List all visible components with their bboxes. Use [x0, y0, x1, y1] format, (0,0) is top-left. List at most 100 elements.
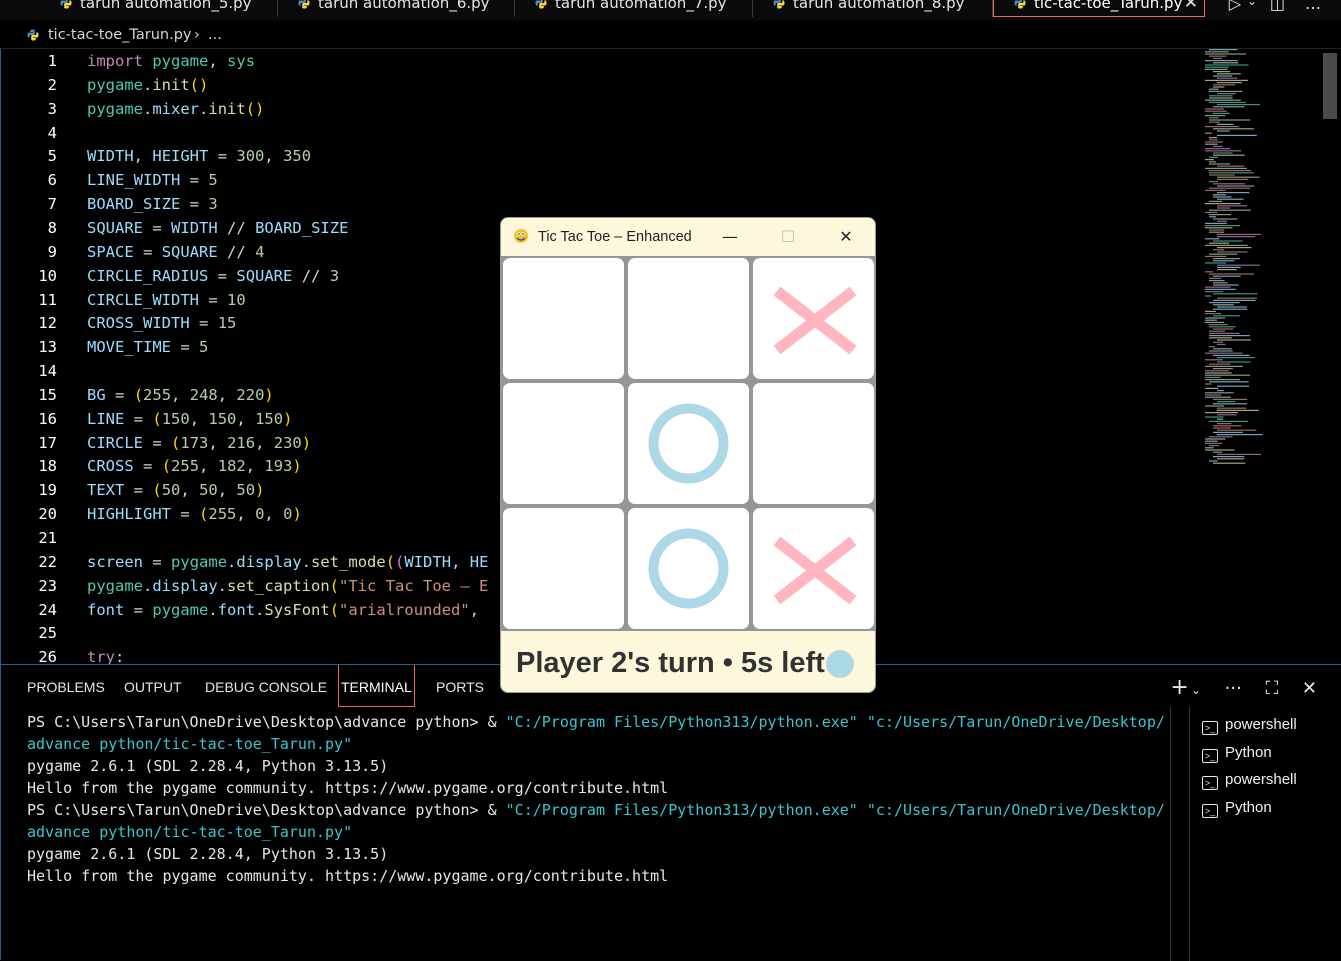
code-line[interactable]: MOVE_TIME = 5	[87, 335, 208, 359]
code-line[interactable]: CROSS = (255, 182, 193)	[87, 454, 302, 478]
chevron-down-icon[interactable]: ⌄	[1247, 0, 1257, 8]
panel-tab-debug-console[interactable]: DEBUG CONSOLE	[205, 665, 327, 707]
code-line[interactable]: HIGHLIGHT = (255, 0, 0)	[87, 502, 302, 526]
terminal-text: pygame 2.6.1 (SDL 2.28.4, Python 3.13.5)	[27, 845, 389, 863]
board-cell[interactable]	[753, 383, 874, 504]
editor-tab[interactable]: tarun automation_6.py	[278, 0, 515, 17]
terminal-line: PS C:\Users\Tarun\OneDrive\Desktop\advan…	[27, 711, 1167, 733]
code-line[interactable]: WIDTH, HEIGHT = 300, 350	[87, 144, 311, 168]
board-cell[interactable]	[628, 383, 749, 504]
terminal-session[interactable]: >_ Python	[1202, 796, 1272, 820]
minimap-line	[1217, 414, 1237, 416]
bottom-panel: PROBLEMS OUTPUT DEBUG CONSOLE TERMINAL PORTS…	[0, 664, 1341, 961]
code-line[interactable]: LINE_WIDTH = 5	[87, 168, 218, 192]
minimap-line	[1209, 273, 1255, 275]
board-cell[interactable]	[628, 508, 749, 629]
line-number: 15	[38, 385, 57, 404]
panel-tab-terminal[interactable]: TERMINAL	[338, 665, 415, 707]
code-line[interactable]: CIRCLE_WIDTH = 10	[87, 288, 246, 312]
editor-tab[interactable]: tarun automation_5.py	[40, 0, 278, 17]
board-cell[interactable]	[628, 258, 749, 379]
terminal-string: "C:/Program Files/Python313/python.exe" …	[505, 801, 1165, 819]
panel-tab-ports[interactable]: PORTS	[436, 665, 484, 707]
more-actions-icon[interactable]: ···	[1225, 678, 1242, 699]
code-line[interactable]: CIRCLE_RADIUS = SQUARE // 3	[87, 264, 339, 288]
code-line[interactable]: pygame.init()	[87, 73, 208, 97]
minimap[interactable]	[1205, 49, 1315, 469]
minimap-line	[1205, 227, 1233, 229]
editor-tab-label: tarun automation_5.py	[80, 0, 252, 12]
minimap-line	[1213, 427, 1231, 429]
minimap-line	[1213, 183, 1246, 185]
run-icon[interactable]: ▷	[1229, 0, 1241, 13]
maximize-panel-icon[interactable]: ⛶	[1266, 678, 1279, 699]
panel-tab-problems[interactable]: PROBLEMS	[27, 665, 105, 707]
code-line[interactable]: pygame.display.set_caption("Tic Tac Toe …	[87, 574, 488, 598]
minimap-line	[1205, 365, 1243, 367]
game-board	[501, 256, 875, 631]
minimap-line	[1213, 403, 1248, 405]
line-number: 7	[47, 195, 57, 214]
code-line[interactable]: TEXT = (50, 50, 50)	[87, 478, 264, 502]
code-line[interactable]: SQUARE = WIDTH // BOARD_SIZE	[87, 216, 348, 240]
terminal-session[interactable]: >_ powershell	[1202, 768, 1297, 792]
board-cell[interactable]	[753, 508, 874, 629]
minimap-line	[1213, 84, 1236, 86]
terminal-session[interactable]: >_ powershell	[1202, 713, 1297, 737]
line-number: 24	[38, 600, 57, 619]
minimap-line	[1205, 148, 1231, 150]
editor-tab[interactable]: tic-tac-toe_Tarun.py ✕	[993, 0, 1205, 17]
minimap-line	[1205, 416, 1224, 418]
code-line[interactable]: BOARD_SIZE = 3	[87, 192, 218, 216]
minimap-line	[1213, 260, 1235, 262]
code-line[interactable]: import pygame, sys	[87, 49, 255, 73]
close-button[interactable]: ✕	[823, 218, 869, 256]
code-line[interactable]: CIRCLE = (173, 216, 230)	[87, 431, 311, 455]
breadcrumb-symbols[interactable]: ...	[208, 20, 222, 50]
terminal-text: PS C:\Users\Tarun\OneDrive\Desktop\advan…	[27, 801, 506, 819]
close-tab-icon[interactable]: ✕	[1184, 0, 1198, 15]
editor-tab[interactable]: tarun automation_7.py	[515, 0, 753, 17]
minimap-line	[1205, 244, 1248, 246]
breadcrumb-file[interactable]: tic-tac-toe_Tarun.py	[48, 20, 192, 50]
code-line[interactable]: SPACE = SQUARE // 4	[87, 240, 264, 264]
terminal-session[interactable]: >_ Python	[1202, 741, 1272, 765]
board-cell[interactable]	[503, 383, 624, 504]
maximize-button[interactable]: ☐	[765, 218, 811, 256]
code-line[interactable]: BG = (255, 248, 220)	[87, 383, 274, 407]
board-cell[interactable]	[503, 508, 624, 629]
minimap-line	[1217, 423, 1232, 425]
minimap-line	[1209, 277, 1222, 279]
minimap-line	[1205, 53, 1247, 55]
editor-scrollbar-thumb[interactable]	[1323, 53, 1337, 119]
board-cell[interactable]	[503, 258, 624, 379]
code-line[interactable]: screen = pygame.display.set_mode((WIDTH,…	[87, 550, 488, 574]
minimize-button[interactable]: —	[707, 218, 753, 256]
terminal-dropdown-icon[interactable]: ⌄	[1191, 683, 1201, 697]
panel-tab-output[interactable]: OUTPUT	[124, 665, 182, 707]
minimap-line	[1213, 304, 1234, 306]
code-line[interactable]: CROSS_WIDTH = 15	[87, 311, 236, 335]
minimap-line	[1213, 71, 1231, 73]
new-terminal-icon[interactable]: +	[1170, 675, 1188, 700]
terminal-text: pygame 2.6.1 (SDL 2.28.4, Python 3.13.5)	[27, 757, 389, 775]
more-actions-icon[interactable]: …	[1305, 0, 1321, 13]
code-line[interactable]: try:	[87, 645, 124, 664]
board-cell[interactable]	[753, 258, 874, 379]
minimap-line	[1205, 225, 1241, 227]
minimap-line	[1209, 436, 1233, 438]
minimap-line	[1217, 236, 1256, 238]
window-title: Tic Tac Toe – Enhanced	[538, 229, 692, 245]
minimap-line	[1205, 379, 1240, 381]
terminal-output[interactable]: PS C:\Users\Tarun\OneDrive\Desktop\advan…	[27, 711, 1167, 887]
window-title-bar[interactable]: Tic Tac Toe – Enhanced — ☐ ✕	[501, 218, 875, 256]
minimap-line	[1205, 108, 1224, 110]
terminal-string: advance python/tic-tac-toe_Tarun.py"	[27, 735, 353, 753]
close-panel-icon[interactable]: ✕	[1302, 678, 1317, 699]
code-line[interactable]: pygame.mixer.init()	[87, 97, 264, 121]
code-line[interactable]: LINE = (150, 150, 150)	[87, 407, 292, 431]
minimap-line	[1213, 299, 1256, 301]
split-editor-icon[interactable]: ◫	[1270, 0, 1285, 13]
editor-tab[interactable]: tarun automation_8.py	[753, 0, 993, 17]
code-line[interactable]: font = pygame.font.SysFont("arialrounded…	[87, 598, 479, 622]
